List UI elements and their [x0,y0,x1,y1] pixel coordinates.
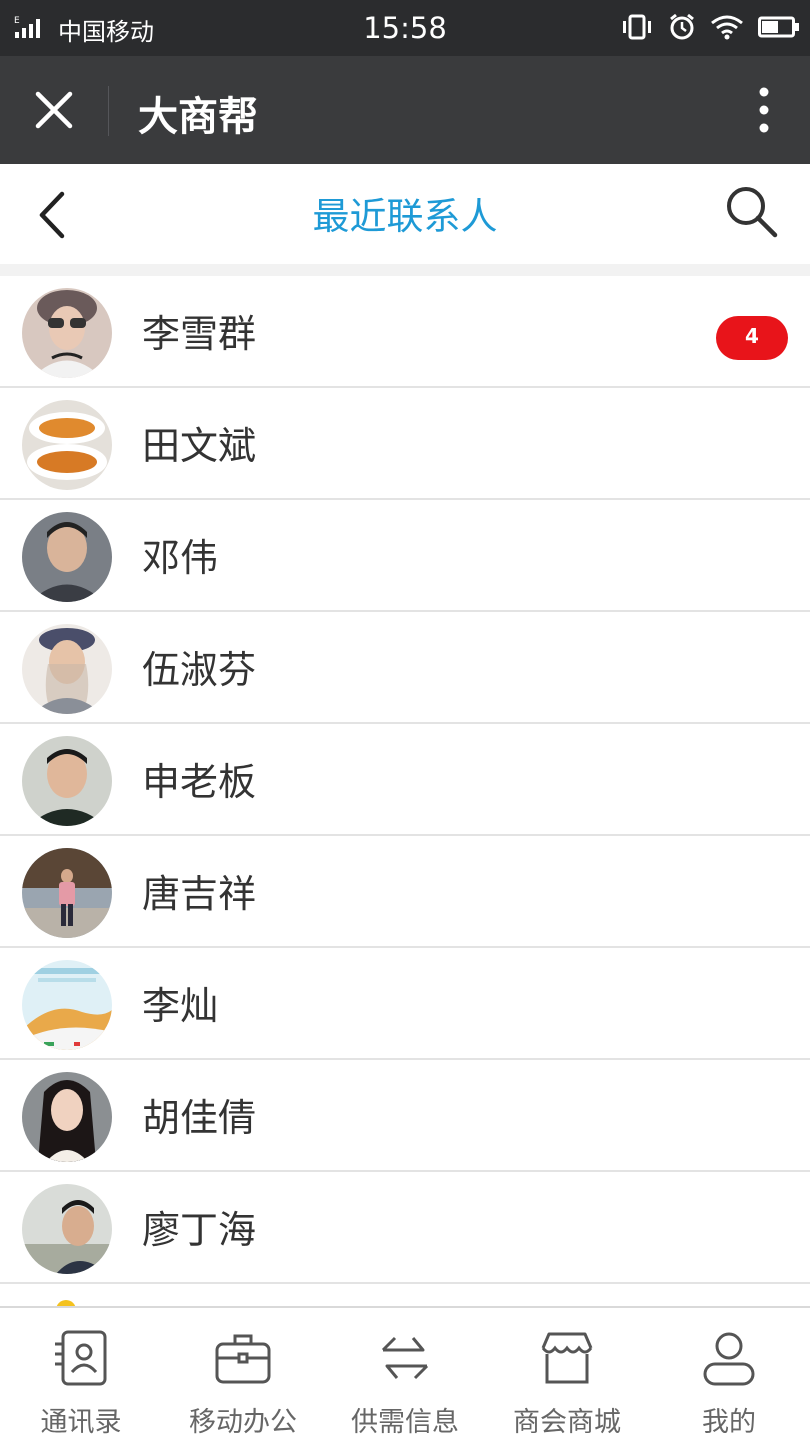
vibrate-icon [623,14,651,40]
unread-badge: 4 [716,316,788,360]
contact-name: 唐吉祥 [142,872,257,916]
section-gap [0,264,810,276]
contact-row[interactable]: 胡佳倩 [0,1060,810,1172]
nav-label: 供需信息 [351,1407,459,1438]
contact-name: 廖丁海 [142,1208,257,1252]
nav-label: 移动办公 [189,1407,297,1438]
profile-icon [703,1332,755,1386]
contact-name: 申老板 [142,760,257,804]
nav-profile[interactable]: 我的 [648,1308,810,1440]
avatar [22,288,112,378]
exchange-icon [381,1336,429,1380]
contact-name: 胡佳倩 [142,1096,257,1140]
contact-row[interactable]: 田文斌 [0,388,810,500]
contact-row[interactable]: 李灿 [0,948,810,1060]
divider [108,86,109,136]
close-button[interactable] [30,86,78,134]
contact-name: 伍淑芬 [142,648,257,692]
nav-label: 我的 [702,1407,756,1438]
contacts-icon [55,1330,107,1386]
contact-name: 邓伟 [142,536,219,580]
alarm-icon [670,13,694,40]
search-button[interactable] [724,184,780,240]
nav-label: 商会商城 [513,1407,621,1438]
contact-name: 田文斌 [142,424,257,468]
store-icon [541,1332,593,1384]
contact-name: 李灿 [142,984,219,1028]
app-bar: 大商帮 [0,56,810,164]
bottom-nav: 通讯录 移动办公 供需信息 商会商城 我的 [0,1306,810,1440]
nav-contacts[interactable]: 通讯录 [0,1308,162,1440]
nav-store[interactable]: 商会商城 [486,1308,648,1440]
battery-icon [758,16,799,38]
contact-row[interactable]: 廖丁海 [0,1172,810,1284]
avatar [22,400,112,490]
page-header: 最近联系人 [0,164,810,264]
avatar [22,512,112,602]
avatar [22,624,112,714]
contact-row[interactable]: 李雪群 4 [0,276,810,388]
avatar [22,1184,112,1274]
avatar [22,1072,112,1162]
nav-mobile-office[interactable]: 移动办公 [162,1308,324,1440]
more-options-button[interactable] [752,84,776,136]
avatar [22,736,112,826]
contact-row[interactable]: 唐吉祥 [0,836,810,948]
contact-row[interactable]: 邓伟 [0,500,810,612]
avatar [22,848,112,938]
app-title: 大商帮 [138,94,258,140]
page-title: 最近联系人 [312,195,498,238]
nav-supply-demand[interactable]: 供需信息 [324,1308,486,1440]
contact-row[interactable]: 申老板 [0,724,810,836]
briefcase-icon [215,1334,271,1384]
avatar [22,960,112,1050]
nav-label: 通讯录 [40,1407,122,1438]
wifi-icon [711,15,743,40]
contact-name: 李雪群 [142,312,257,356]
contact-row[interactable]: 伍淑芬 [0,612,810,724]
status-bar: E 中国移动 15:58 [0,0,810,56]
contact-list[interactable]: 李雪群 4 田文斌 邓伟 伍淑芬 申老板 唐吉祥 李灿 胡佳倩 廖丁海 [0,276,810,1306]
